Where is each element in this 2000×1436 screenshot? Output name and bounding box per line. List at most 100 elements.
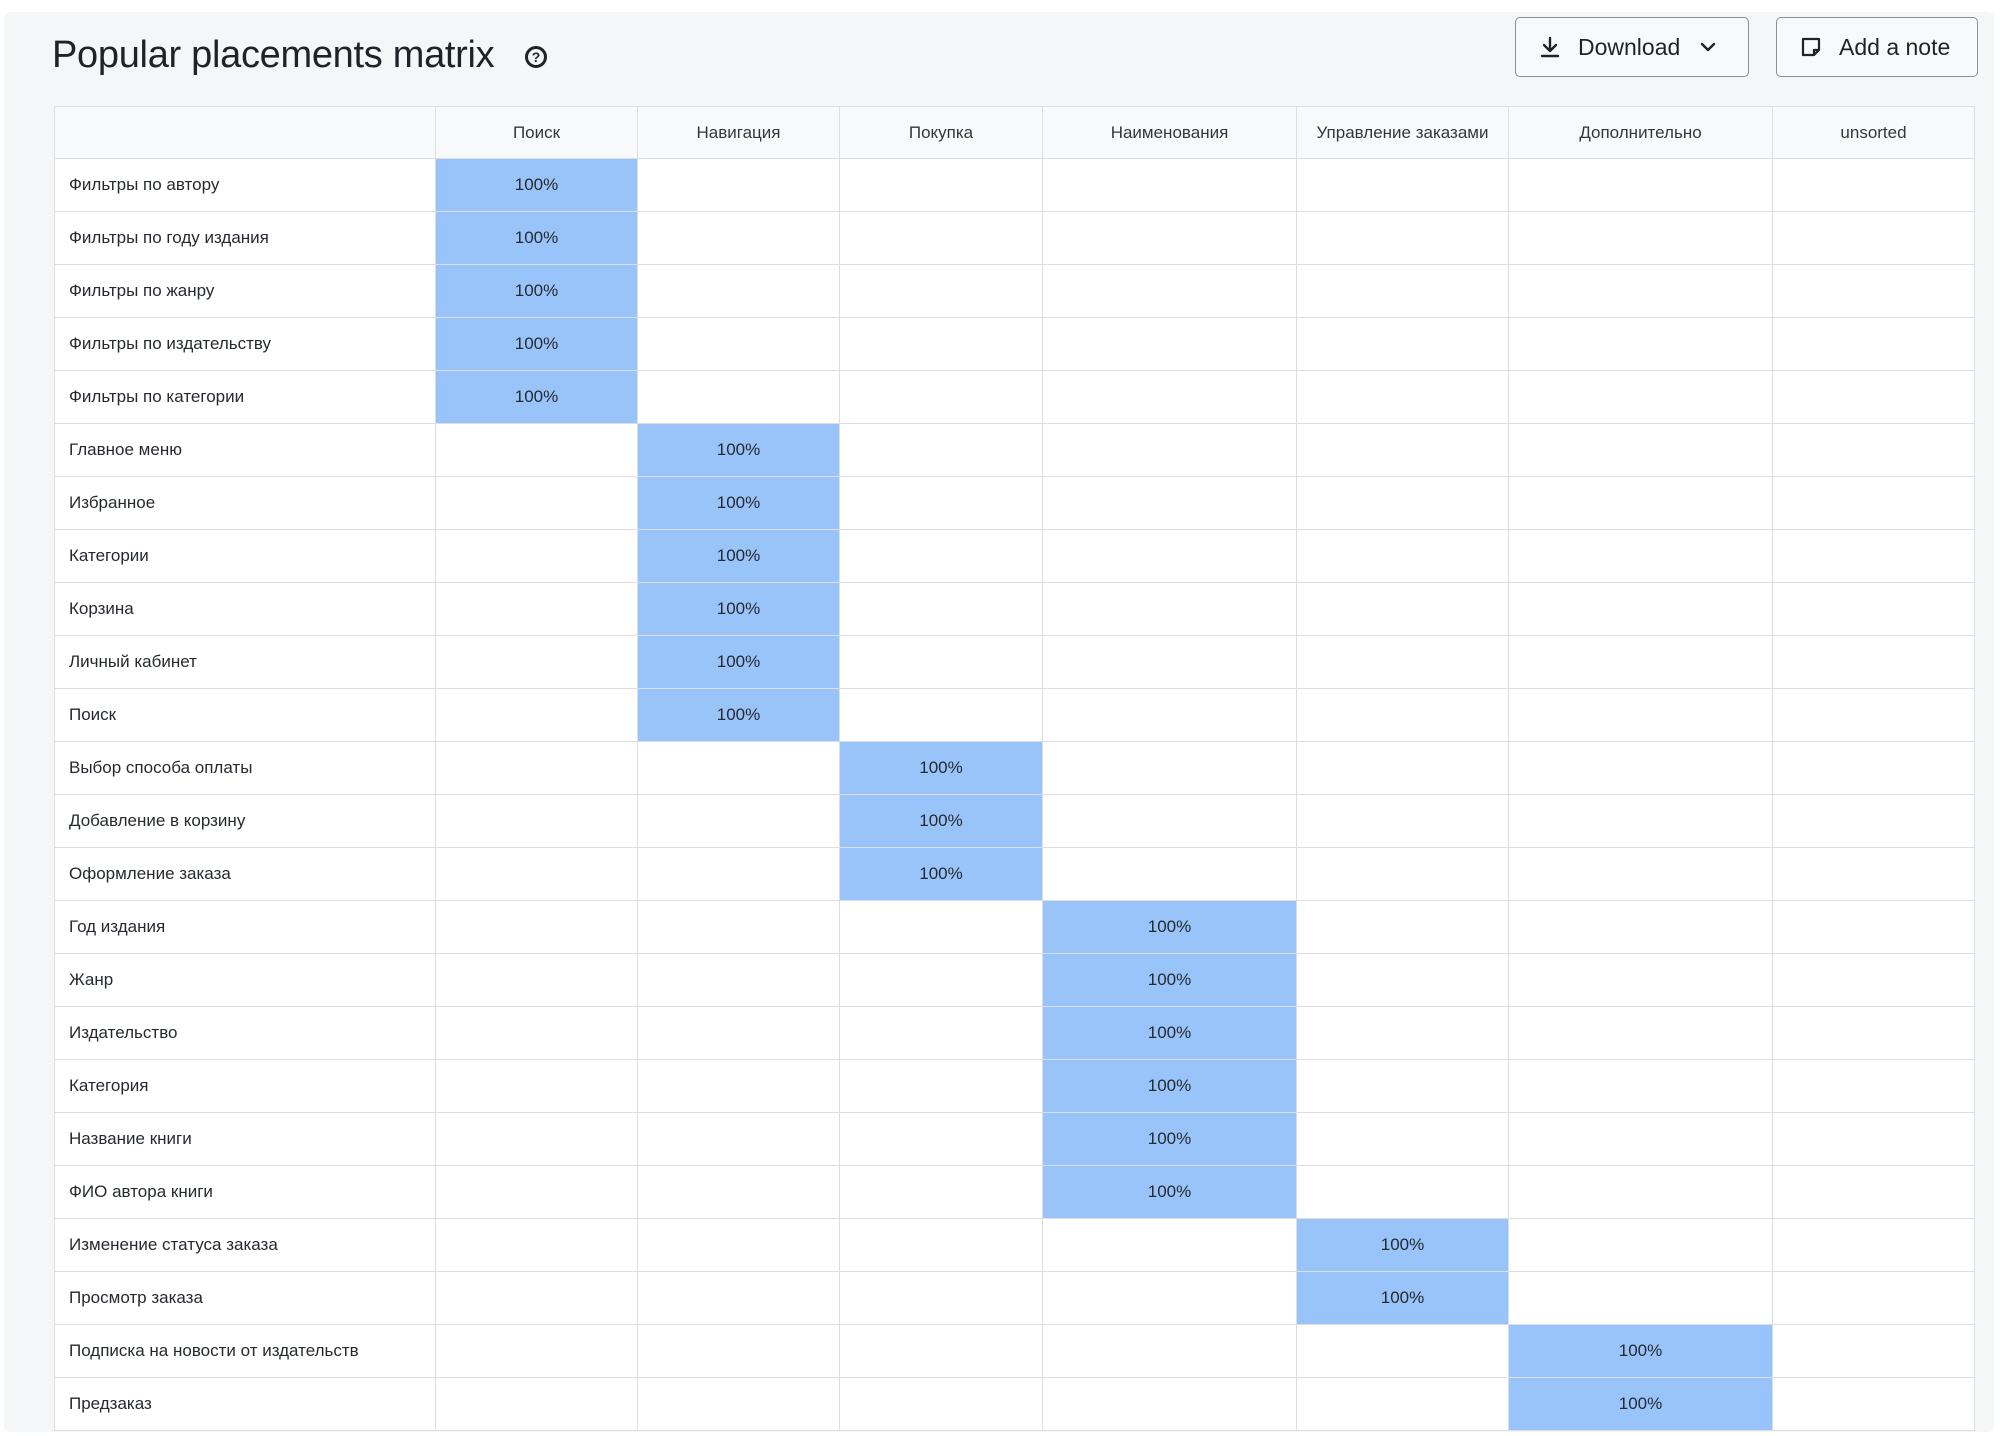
table-row: Изменение статуса заказа 100%: [54, 1218, 1975, 1272]
matrix-value-cell: 100%: [435, 158, 638, 212]
matrix-empty-cell: [637, 1377, 840, 1431]
row-label: Фильтры по году издания: [54, 211, 436, 265]
matrix-empty-cell: [1042, 794, 1297, 848]
row-label: Избранное: [54, 476, 436, 530]
row-label: Название книги: [54, 1112, 436, 1166]
row-label: Подписка на новости от издательств: [54, 1324, 436, 1378]
matrix-empty-cell: [435, 1112, 638, 1166]
matrix-empty-cell: [1042, 741, 1297, 795]
matrix-empty-cell: [1296, 1112, 1509, 1166]
column-header: Поиск: [435, 106, 638, 159]
matrix-empty-cell: [637, 1006, 840, 1060]
matrix-empty-cell: [1042, 688, 1297, 742]
matrix-empty-cell: [1508, 900, 1773, 954]
matrix-empty-cell: [1042, 1324, 1297, 1378]
matrix-empty-cell: [839, 1059, 1043, 1113]
matrix-empty-cell: [637, 1112, 840, 1166]
matrix-empty-cell: [1508, 1112, 1773, 1166]
matrix-empty-cell: [839, 529, 1043, 583]
table-row: Фильтры по году издания 100%: [54, 211, 1975, 265]
row-label: ФИО автора книги: [54, 1165, 436, 1219]
matrix-empty-cell: [1772, 317, 1975, 371]
table-row: Фильтры по категории 100%: [54, 370, 1975, 424]
matrix-empty-cell: [1772, 688, 1975, 742]
matrix-empty-cell: [1296, 423, 1509, 477]
matrix-value-cell: 100%: [435, 370, 638, 424]
table-row: Жанр 100%: [54, 953, 1975, 1007]
matrix-empty-cell: [1296, 158, 1509, 212]
row-label: Категория: [54, 1059, 436, 1113]
matrix-empty-cell: [1296, 1324, 1509, 1378]
matrix-empty-cell: [435, 1377, 638, 1431]
table-row: Издательство 100%: [54, 1006, 1975, 1060]
matrix-empty-cell: [1772, 158, 1975, 212]
row-label: Фильтры по автору: [54, 158, 436, 212]
matrix-empty-cell: [1508, 1059, 1773, 1113]
matrix-empty-cell: [637, 1059, 840, 1113]
matrix-value-cell: 100%: [839, 847, 1043, 901]
matrix-empty-cell: [1508, 1006, 1773, 1060]
note-icon: [1801, 37, 1821, 57]
matrix-empty-cell: [1772, 635, 1975, 689]
matrix-value-cell: 100%: [435, 264, 638, 318]
matrix-empty-cell: [435, 900, 638, 954]
matrix-empty-cell: [435, 741, 638, 795]
matrix-empty-cell: [1296, 847, 1509, 901]
matrix-empty-cell: [1296, 370, 1509, 424]
download-button[interactable]: Download: [1515, 17, 1749, 77]
matrix-empty-cell: [1772, 741, 1975, 795]
matrix-empty-cell: [637, 1324, 840, 1378]
matrix-empty-cell: [1508, 529, 1773, 583]
corner-cell: [54, 106, 436, 159]
matrix-value-cell: 100%: [1296, 1218, 1509, 1272]
matrix-value-cell: 100%: [435, 317, 638, 371]
matrix-empty-cell: [1508, 582, 1773, 636]
help-icon[interactable]: ?: [525, 46, 547, 68]
table-row: ФИО автора книги 100%: [54, 1165, 1975, 1219]
matrix-empty-cell: [1508, 635, 1773, 689]
matrix-value-cell: 100%: [1508, 1324, 1773, 1378]
matrix-empty-cell: [1296, 529, 1509, 583]
matrix-empty-cell: [1042, 529, 1297, 583]
matrix-value-cell: 100%: [637, 476, 840, 530]
matrix-empty-cell: [435, 688, 638, 742]
matrix-empty-cell: [1296, 635, 1509, 689]
matrix-empty-cell: [839, 582, 1043, 636]
matrix-empty-cell: [637, 158, 840, 212]
matrix-empty-cell: [435, 847, 638, 901]
table-row: Поиск 100%: [54, 688, 1975, 742]
row-label: Корзина: [54, 582, 436, 636]
matrix-empty-cell: [1772, 582, 1975, 636]
matrix-empty-cell: [839, 211, 1043, 265]
matrix-empty-cell: [1772, 794, 1975, 848]
column-header: unsorted: [1772, 106, 1975, 159]
matrix-value-cell: 100%: [1042, 1059, 1297, 1113]
matrix-empty-cell: [1296, 211, 1509, 265]
matrix-empty-cell: [839, 476, 1043, 530]
row-label: Личный кабинет: [54, 635, 436, 689]
matrix-value-cell: 100%: [637, 423, 840, 477]
chevron-down-icon[interactable]: [1698, 37, 1718, 57]
table-row: Корзина 100%: [54, 582, 1975, 636]
matrix-empty-cell: [1508, 953, 1773, 1007]
matrix-empty-cell: [1508, 264, 1773, 318]
matrix-empty-cell: [1772, 1112, 1975, 1166]
column-header: Дополнительно: [1508, 106, 1773, 159]
matrix-empty-cell: [839, 953, 1043, 1007]
matrix-empty-cell: [839, 1218, 1043, 1272]
add-note-button[interactable]: Add a note: [1776, 17, 1978, 77]
matrix-empty-cell: [1772, 211, 1975, 265]
matrix-empty-cell: [637, 370, 840, 424]
download-label: Download: [1578, 33, 1681, 60]
row-label: Фильтры по издательству: [54, 317, 436, 371]
column-header: Навигация: [637, 106, 840, 159]
matrix-empty-cell: [1508, 1218, 1773, 1272]
table-row: Выбор способа оплаты 100%: [54, 741, 1975, 795]
matrix-empty-cell: [839, 1271, 1043, 1325]
matrix-empty-cell: [1772, 1377, 1975, 1431]
matrix-empty-cell: [1296, 794, 1509, 848]
matrix-value-cell: 100%: [1042, 1112, 1297, 1166]
table-row: Добавление в корзину 100%: [54, 794, 1975, 848]
table-row: Предзаказ 100%: [54, 1377, 1975, 1431]
matrix-empty-cell: [1508, 211, 1773, 265]
